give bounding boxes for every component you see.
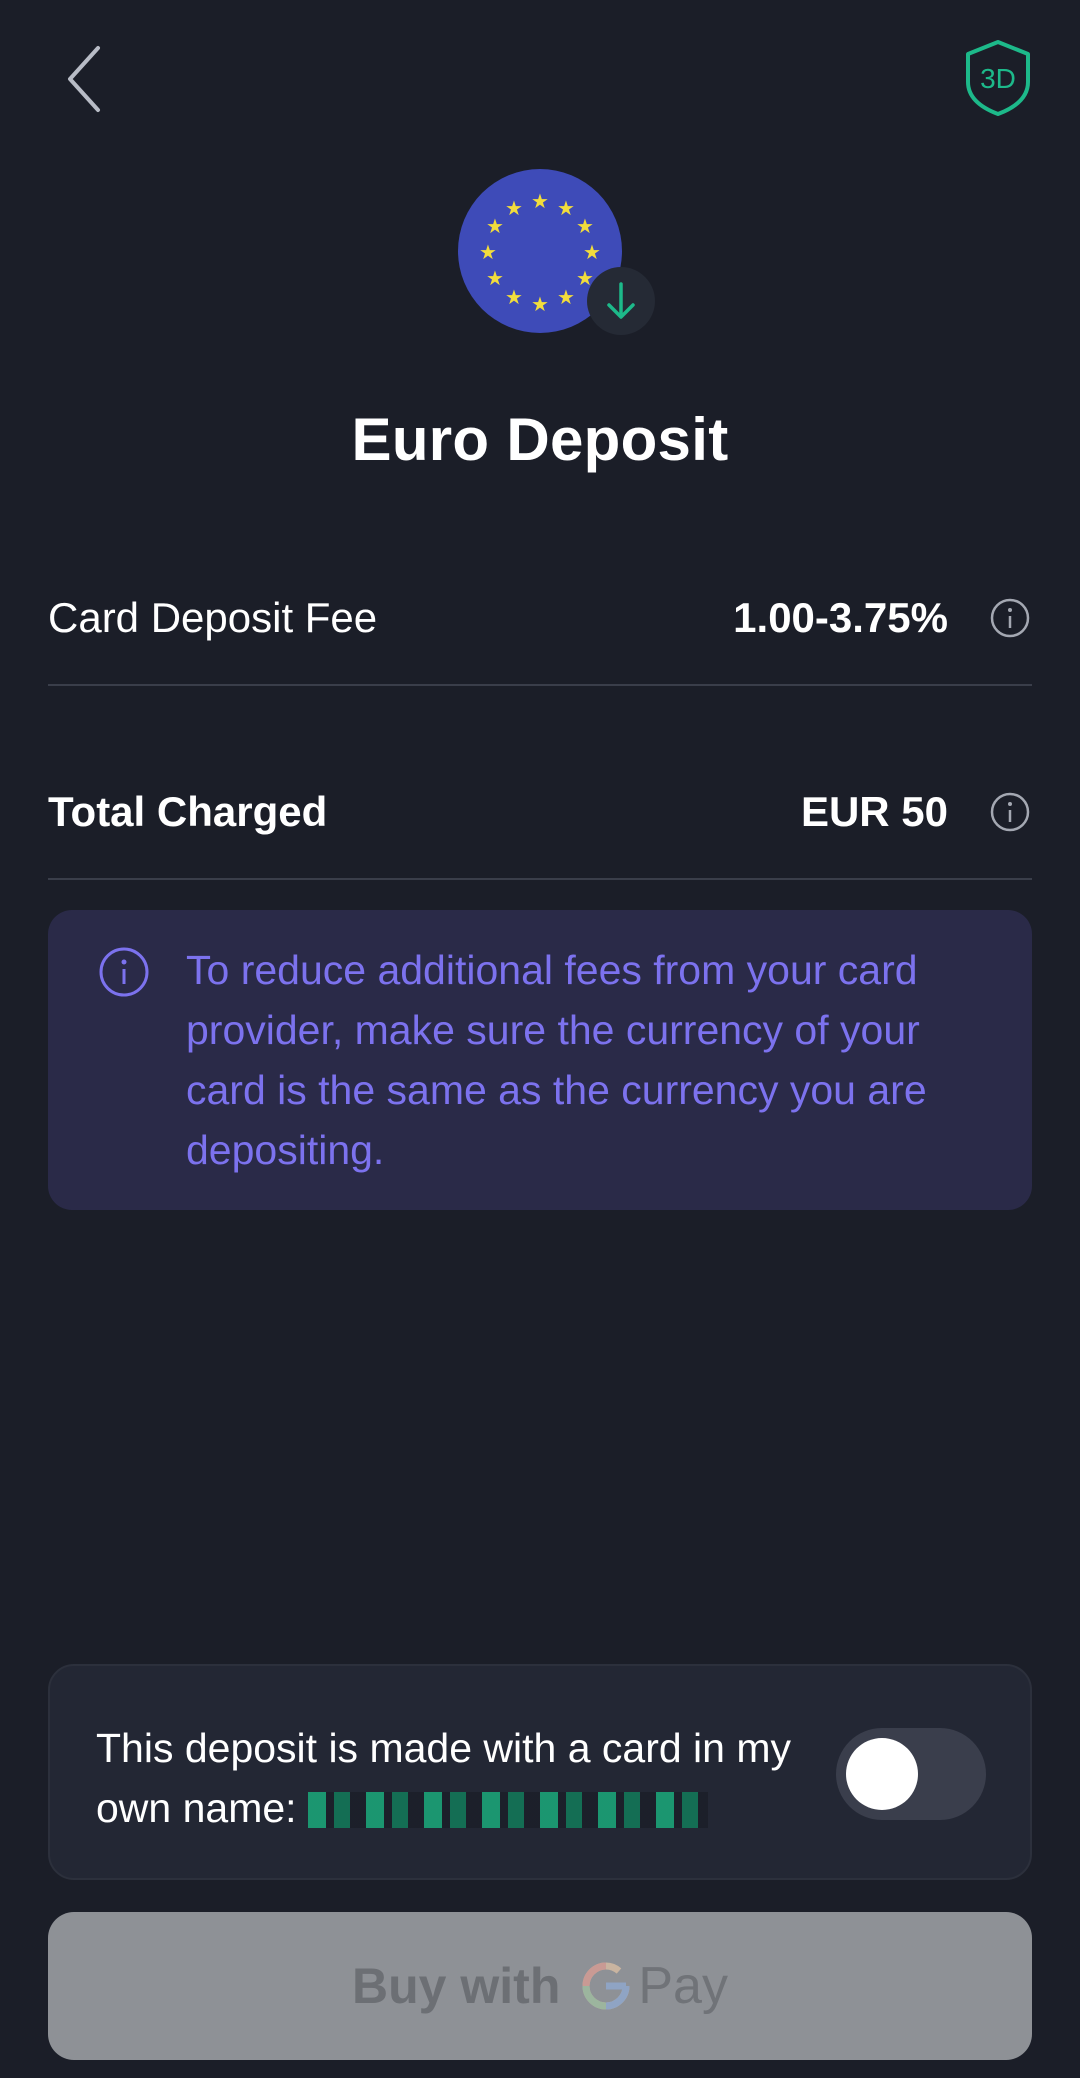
security-3d-button[interactable]: 3D — [958, 38, 1038, 118]
google-g-icon — [582, 1962, 630, 2010]
info-icon[interactable] — [990, 792, 1030, 832]
svg-text:★: ★ — [583, 240, 601, 264]
back-button[interactable] — [48, 34, 128, 124]
card-deposit-fee-label: Card Deposit Fee — [48, 594, 378, 641]
shield-3d-icon: 3D — [966, 40, 1030, 116]
notice-text: To reduce additional fees from your card… — [186, 947, 927, 1173]
currency-notice-box: To reduce additional fees from your card… — [48, 910, 1032, 1210]
svg-text:★: ★ — [479, 240, 497, 264]
toggle-knob — [846, 1738, 918, 1810]
svg-text:★: ★ — [531, 189, 549, 213]
total-charged-label: Total Charged — [48, 788, 328, 835]
svg-text:★: ★ — [486, 214, 504, 238]
total-charged-value: EUR 50 — [800, 788, 948, 835]
buy-with-google-pay-button[interactable]: Buy with Pay — [48, 1912, 1032, 2060]
deposit-arrow-badge — [587, 267, 655, 335]
chevron-left-icon — [68, 46, 100, 112]
consent-text-block: This deposit is made with a card in my o… — [96, 1718, 826, 1838]
shield-badge-text: 3D — [980, 63, 1016, 94]
row-divider — [48, 878, 1032, 880]
row-divider — [48, 684, 1032, 686]
pay-label: Pay — [638, 1957, 728, 2015]
svg-text:★: ★ — [576, 214, 594, 238]
svg-text:★: ★ — [505, 285, 523, 309]
buy-with-label: Buy with — [352, 1958, 561, 2014]
svg-text:★: ★ — [486, 266, 504, 290]
card-ownership-toggle[interactable] — [836, 1728, 986, 1820]
info-icon — [99, 947, 149, 997]
svg-text:★: ★ — [557, 196, 575, 220]
card-deposit-fee-row: Card Deposit Fee 1.00-3.75% — [48, 558, 1032, 678]
currency-flag: ★ ★ ★ ★ ★ ★ ★ ★ ★ ★ ★ ★ — [455, 168, 655, 348]
info-icon[interactable] — [990, 598, 1030, 638]
redacted-name — [307, 1792, 708, 1828]
card-ownership-consent: This deposit is made with a card in my o… — [48, 1664, 1032, 1880]
card-deposit-fee-value: 1.00-3.75% — [733, 594, 948, 641]
svg-text:★: ★ — [531, 292, 549, 316]
page-title: Euro Deposit — [351, 406, 729, 473]
svg-text:★: ★ — [557, 285, 575, 309]
svg-text:★: ★ — [505, 196, 523, 220]
total-charged-row: Total Charged EUR 50 — [48, 752, 1032, 872]
